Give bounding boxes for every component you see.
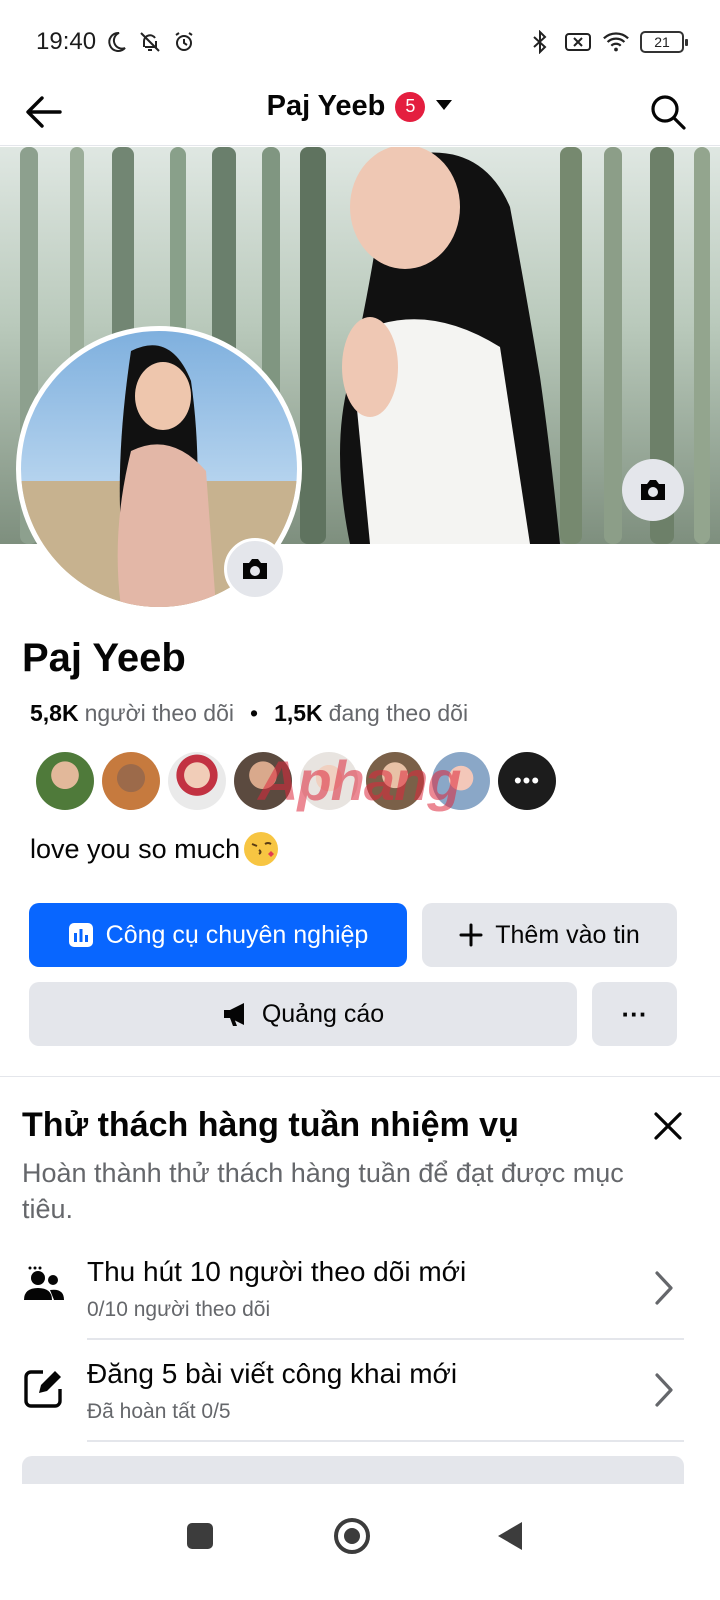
battery-icon: 21 (640, 31, 688, 53)
follower-avatar[interactable] (102, 752, 160, 810)
search-icon (651, 95, 686, 130)
avatar-camera-button[interactable] (224, 538, 286, 600)
header-title: Paj Yeeb (266, 90, 386, 122)
chevron-right-icon (652, 1268, 676, 1308)
kiss-emoji-icon (244, 832, 279, 866)
see-all-button-partial[interactable] (22, 1456, 684, 1486)
search-button[interactable] (646, 90, 690, 134)
megaphone-icon (223, 1003, 244, 1026)
more-followers-button[interactable]: ••• (498, 752, 556, 810)
camera-icon (243, 559, 267, 579)
challenge-task-item[interactable]: Đăng 5 bài viết công khai mới Đã hoàn tấ… (0, 1356, 720, 1456)
profile-name: Paj Yeeb (22, 636, 186, 680)
profile-switcher[interactable]: Paj Yeeb 5 (0, 90, 720, 123)
back-nav-button[interactable] (488, 1514, 532, 1558)
add-to-story-button[interactable]: Thêm vào tin (422, 903, 677, 967)
challenge-task-item[interactable]: Thu hút 10 người theo dõi mới 0/10 người… (0, 1254, 720, 1354)
section-divider (0, 1076, 720, 1077)
dashboard-icon (68, 923, 93, 947)
system-nav-bar (0, 1484, 720, 1600)
cover-camera-button[interactable] (622, 459, 684, 521)
follower-avatar[interactable] (168, 752, 226, 810)
home-button[interactable] (330, 1514, 374, 1558)
task-divider (87, 1338, 684, 1340)
bio: love you so much (30, 832, 279, 866)
follow-stats[interactable]: 5,8K người theo dõi • 1,5K đang theo dõi (30, 700, 468, 727)
alarm-icon (170, 28, 198, 56)
square-icon (187, 1523, 213, 1549)
plus-icon (459, 923, 483, 947)
bell-off-icon (136, 28, 164, 56)
wifi-icon (602, 28, 630, 56)
more-options-button[interactable]: ··· (592, 982, 677, 1046)
sim-off-icon (564, 28, 592, 56)
close-icon (654, 1112, 682, 1140)
battery-level: 21 (654, 34, 670, 50)
edit-icon (22, 1366, 66, 1410)
home-circle-icon (334, 1518, 370, 1554)
caret-down-icon (435, 98, 453, 116)
profile-screen: 19:40 21 Paj Yeeb 5 Paj Yeeb 5,8K người … (0, 0, 720, 1600)
task-title: Đăng 5 bài viết công khai mới (87, 1358, 458, 1389)
task-title: Thu hút 10 người theo dõi mới (87, 1256, 467, 1287)
status-time: 19:40 (36, 28, 97, 55)
challenge-title: Thử thách hàng tuần nhiệm vụ (22, 1106, 519, 1144)
professional-tools-button[interactable]: Công cụ chuyên nghiệp (29, 903, 407, 967)
status-bar: 19:40 21 (0, 0, 720, 84)
camera-icon (641, 480, 665, 500)
bio-text: love you so much (30, 833, 241, 864)
professional-tools-label: Công cụ chuyên nghiệp (105, 920, 369, 949)
watermark: Aphang (258, 749, 461, 812)
triangle-back-icon (498, 1522, 522, 1550)
ads-label: Quảng cáo (261, 999, 385, 1028)
followers-label: người theo dõi (84, 700, 235, 726)
task-divider (87, 1440, 684, 1442)
notification-badge: 5 (395, 91, 426, 122)
status-right: 21 (526, 28, 688, 56)
status-left: 19:40 (36, 28, 198, 56)
followers-count: 5,8K (30, 700, 79, 726)
cover-person-figure (340, 147, 560, 544)
following-count: 1,5K (274, 700, 323, 726)
add-to-story-label: Thêm vào tin (495, 920, 640, 949)
task-progress: 0/10 người theo dõi (87, 1298, 271, 1321)
ads-button[interactable]: Quảng cáo (29, 982, 577, 1046)
bluetooth-icon (526, 28, 554, 56)
close-challenge-button[interactable] (648, 1106, 688, 1146)
recent-apps-button[interactable] (178, 1514, 222, 1558)
chevron-right-icon (652, 1370, 676, 1410)
app-header: Paj Yeeb 5 (0, 76, 720, 146)
people-icon (22, 1264, 66, 1308)
more-options-label: ··· (621, 998, 648, 1029)
separator-dot: • (250, 700, 259, 726)
challenge-description: Hoàn thành thử thách hàng tuần để đạt đư… (22, 1158, 624, 1224)
follower-avatar[interactable] (36, 752, 94, 810)
task-progress: Đã hoàn tất 0/5 (87, 1400, 231, 1423)
following-label: đang theo dõi (328, 700, 469, 726)
moon-icon (102, 28, 130, 56)
